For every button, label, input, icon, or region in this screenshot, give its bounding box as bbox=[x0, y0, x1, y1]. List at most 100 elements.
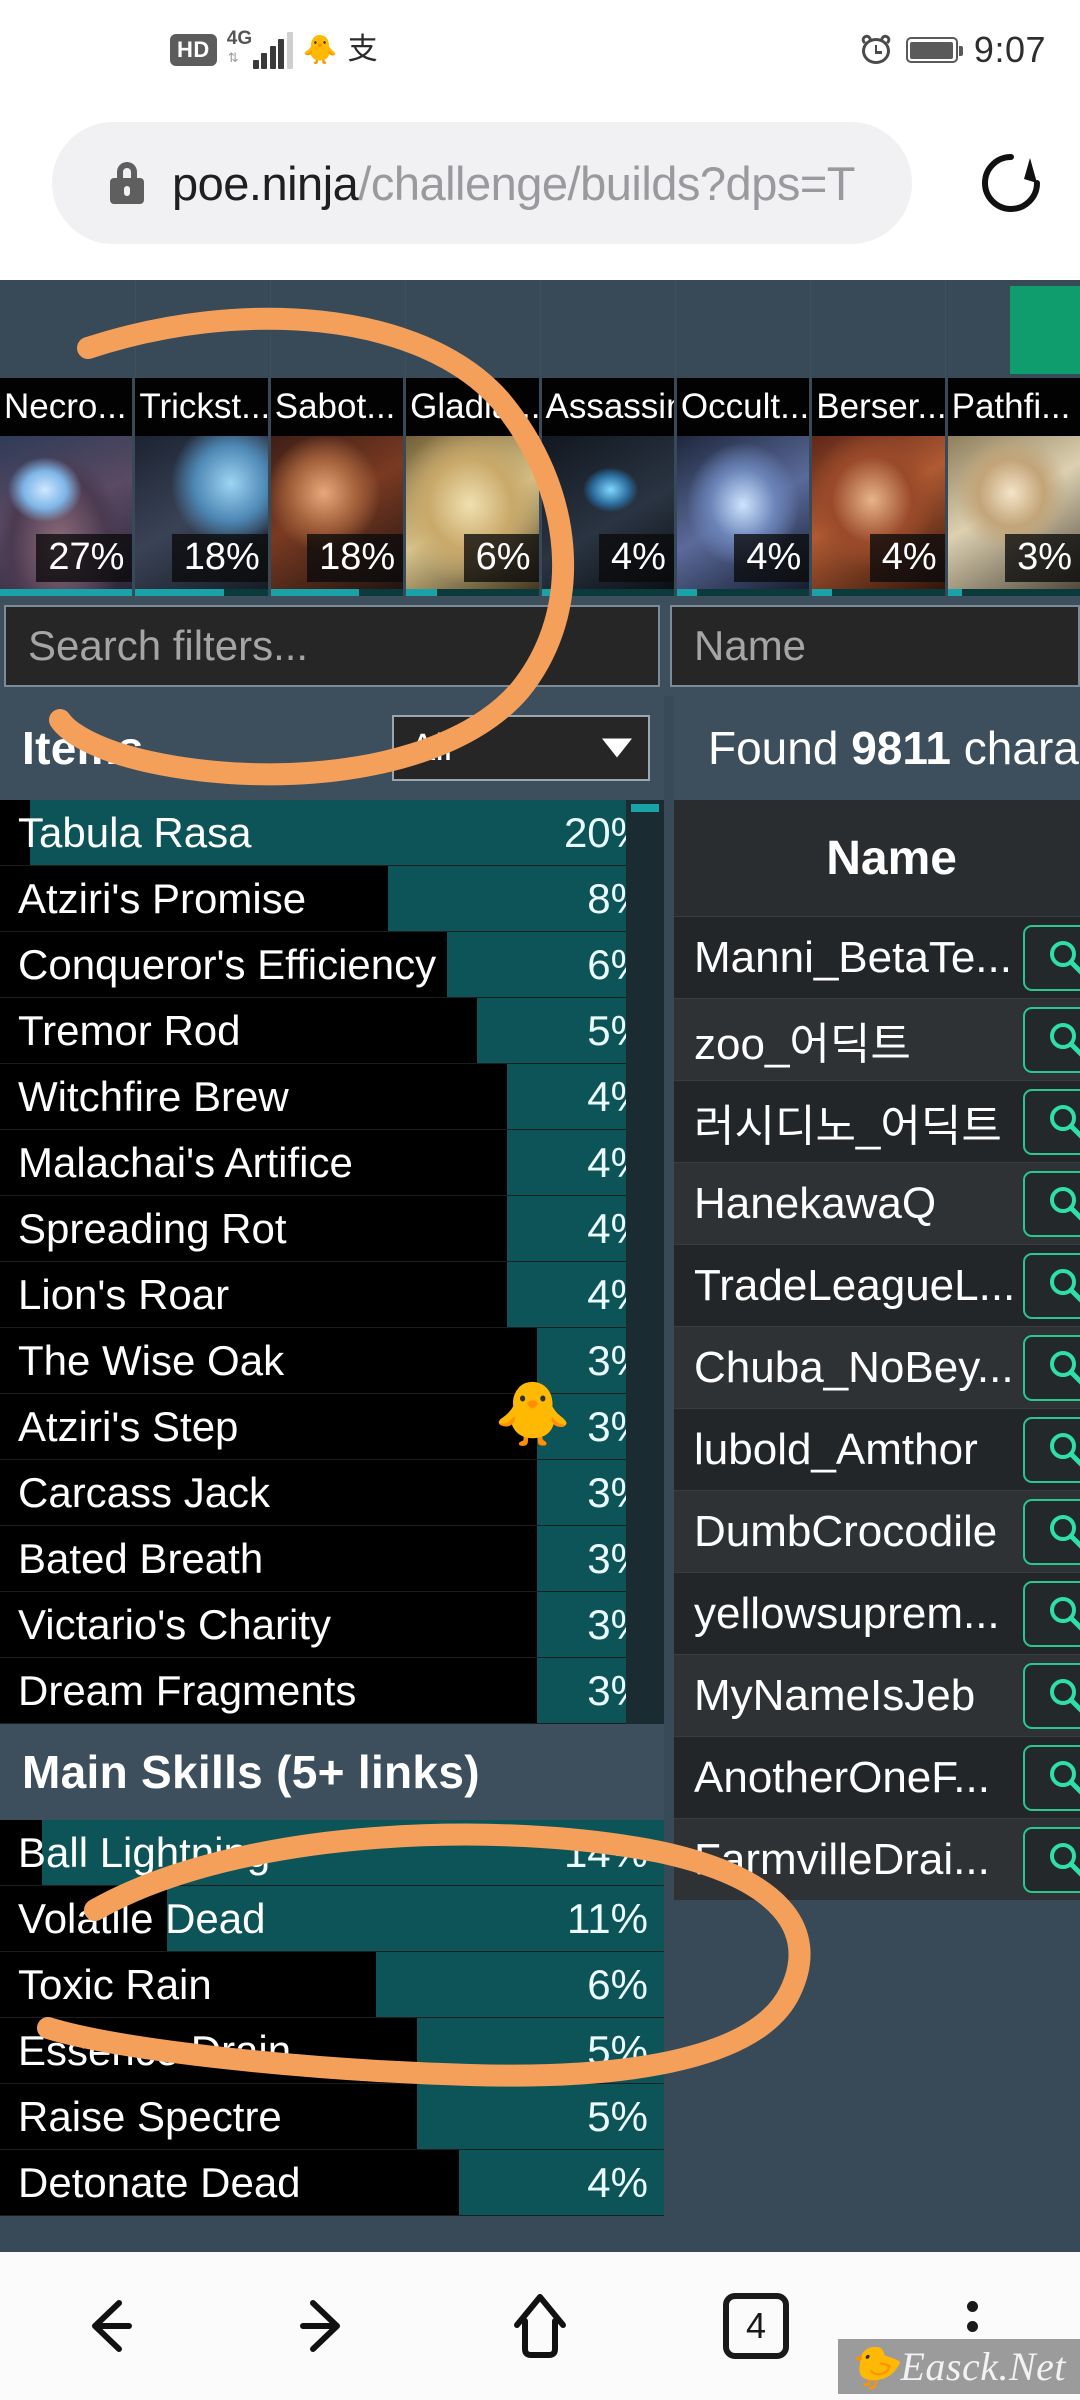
magnifier-icon[interactable] bbox=[1023, 1252, 1080, 1319]
table-row[interactable]: Manni_BetaTe... bbox=[674, 916, 1080, 998]
bar-list-row[interactable]: Tabula Rasa 20% bbox=[0, 800, 664, 866]
bar-list-row[interactable]: Raise Spectre 5% bbox=[0, 2084, 664, 2150]
table-row[interactable]: lubold_Amthor bbox=[674, 1408, 1080, 1490]
name-search-input[interactable]: Name bbox=[670, 605, 1080, 687]
forward-arrow[interactable] bbox=[216, 2252, 432, 2400]
class-name: Assassin bbox=[541, 378, 674, 436]
table-row[interactable]: FarmvilleDrai... bbox=[674, 1818, 1080, 1900]
bar-list-row[interactable]: Victario's Charity 3% bbox=[0, 1592, 664, 1658]
url-host: poe.ninja bbox=[172, 156, 359, 210]
bar-list-row[interactable]: Malachai's Artifice 4% bbox=[0, 1130, 664, 1196]
table-row[interactable]: zoo_어딕트 bbox=[674, 998, 1080, 1080]
top-right-green-button[interactable] bbox=[1010, 286, 1080, 374]
browser-nav-bar: 4 🐤 Easck.Net bbox=[0, 2252, 1080, 2400]
bar-label: Volatile Dead bbox=[18, 1894, 266, 1942]
magnifier-icon[interactable] bbox=[1023, 1170, 1080, 1237]
class-card[interactable]: Gladia... 6% bbox=[406, 378, 542, 596]
ascendancy-class-strip: Necro... 27% Trickst... 18% Sabot... 18%… bbox=[0, 378, 1080, 596]
bar-list-row[interactable]: Essence Drain 5% bbox=[0, 2018, 664, 2084]
bar-label: Carcass Jack bbox=[18, 1468, 271, 1516]
items-panel-header: Items All bbox=[0, 696, 664, 800]
bar-list-row[interactable]: Detonate Dead 4% bbox=[0, 2150, 664, 2216]
bar-list-row[interactable]: Volatile Dead 11% bbox=[0, 1886, 664, 1952]
bar-list-row[interactable]: Toxic Rain 6% bbox=[0, 1952, 664, 2018]
bar-label: Tremor Rod bbox=[18, 1006, 241, 1054]
class-card[interactable]: Trickst... 18% bbox=[135, 378, 271, 596]
class-bar bbox=[541, 589, 674, 596]
table-row[interactable]: 러시디노_어딕트 bbox=[674, 1080, 1080, 1162]
class-card[interactable]: Occult... 4% bbox=[676, 378, 813, 596]
items-bar-list[interactable]: Tabula Rasa 20% Atziri's Promise 8% Conquero… bbox=[0, 800, 664, 1724]
bar-list-row[interactable]: Carcass Jack 3% bbox=[0, 1460, 664, 1526]
magnifier-icon[interactable] bbox=[1023, 1006, 1080, 1073]
home-arrow[interactable] bbox=[432, 2252, 648, 2400]
bar-label: The Wise Oak bbox=[18, 1336, 285, 1384]
items-filter-select[interactable]: All bbox=[392, 715, 650, 781]
search-filters-input[interactable]: Search filters... bbox=[4, 605, 660, 687]
class-bar bbox=[676, 589, 810, 596]
chevron-down-icon bbox=[602, 738, 632, 758]
found-characters-bar: Found 9811 chara bbox=[674, 696, 1080, 800]
network-type-label: 4G bbox=[226, 27, 253, 49]
table-row[interactable]: yellowsuprem... bbox=[674, 1572, 1080, 1654]
class-percent: 4% bbox=[734, 534, 810, 582]
skills-bar-list[interactable]: Ball Lightning 14% Volatile Dead 11% Toxic R… bbox=[0, 1820, 664, 2216]
web-page-viewport: Necro... 27% Trickst... 18% Sabot... 18%… bbox=[0, 280, 1080, 2252]
magnifier-icon[interactable] bbox=[1023, 1744, 1080, 1811]
bar-percent: 4% bbox=[587, 2158, 648, 2206]
table-row[interactable]: Chuba_NoBey... bbox=[674, 1326, 1080, 1408]
class-card[interactable]: Necro... 27% bbox=[0, 378, 136, 596]
url-path: /challenge/builds?dps=T bbox=[358, 156, 855, 210]
bar-list-row[interactable]: Atziri's Promise 8% bbox=[0, 866, 664, 932]
bar-list-row[interactable]: Lion's Roar 4% bbox=[0, 1262, 664, 1328]
signal-bars bbox=[252, 31, 293, 69]
bar-list-row[interactable]: Spreading Rot 4% bbox=[0, 1196, 664, 1262]
filter-input-row: Search filters... Name bbox=[0, 596, 1080, 696]
cartoon-sticker: 🐥 bbox=[494, 1380, 572, 1449]
magnifier-icon[interactable] bbox=[1023, 1088, 1080, 1155]
class-bar bbox=[812, 589, 945, 596]
magnifier-icon[interactable] bbox=[1023, 1826, 1080, 1893]
table-row[interactable]: AnotherOneF... bbox=[674, 1736, 1080, 1818]
class-card[interactable]: Assassin 4% bbox=[541, 378, 677, 596]
search-filters-placeholder: Search filters... bbox=[28, 622, 309, 669]
magnifier-icon[interactable] bbox=[1023, 1416, 1080, 1483]
bar-list-row[interactable]: Ball Lightning 14% bbox=[0, 1820, 664, 1886]
bar-list-row[interactable]: Bated Breath 3% bbox=[0, 1526, 664, 1592]
battery-icon bbox=[905, 37, 963, 63]
tab-switcher-button[interactable]: 4 bbox=[648, 2252, 864, 2400]
bar-list-row[interactable]: Witchfire Brew 4% bbox=[0, 1064, 664, 1130]
bar-label: Atziri's Promise bbox=[18, 874, 307, 922]
items-scrollbar[interactable] bbox=[626, 800, 664, 1724]
bar-label: Ball Lightning bbox=[18, 1828, 271, 1876]
bar-list-row[interactable]: Dream Fragments 3% bbox=[0, 1658, 664, 1724]
magnifier-icon[interactable] bbox=[1023, 924, 1080, 991]
watermark-text: Easck.Net bbox=[900, 2344, 1066, 2389]
bar-label: Malachai's Artifice bbox=[18, 1138, 353, 1186]
table-row[interactable]: HanekawaQ bbox=[674, 1162, 1080, 1244]
magnifier-icon[interactable] bbox=[1023, 1334, 1080, 1401]
name-column-header[interactable]: Name bbox=[674, 800, 1080, 916]
skills-panel-header: Main Skills (5+ links) bbox=[0, 1724, 664, 1820]
reload-spinner-icon[interactable] bbox=[980, 152, 1042, 214]
back-arrow[interactable] bbox=[0, 2252, 216, 2400]
address-bar[interactable]: poe.ninja/challenge/builds?dps=T bbox=[52, 122, 912, 244]
class-card[interactable]: Sabot... 18% bbox=[270, 378, 407, 596]
bar-percent: 14% bbox=[563, 1828, 648, 1876]
class-percent: 6% bbox=[463, 534, 539, 582]
table-row[interactable]: DumbCrocodile bbox=[674, 1490, 1080, 1572]
magnifier-icon[interactable] bbox=[1023, 1662, 1080, 1729]
class-card[interactable]: Pathfi... 3% bbox=[947, 378, 1080, 596]
status-bar-right: 9:07 bbox=[859, 29, 1046, 71]
bar-list-row[interactable]: Conqueror's Efficiency 6% bbox=[0, 932, 664, 998]
class-card[interactable]: Berser... 4% bbox=[812, 378, 948, 596]
bar-list-row[interactable]: Tremor Rod 5% bbox=[0, 998, 664, 1064]
table-row[interactable]: TradeLeagueL... bbox=[674, 1244, 1080, 1326]
magnifier-icon[interactable] bbox=[1023, 1580, 1080, 1647]
magnifier-icon[interactable] bbox=[1023, 1498, 1080, 1565]
status-bar-left: HD 4G ⇅ 🐥 支 bbox=[170, 28, 378, 69]
table-row[interactable]: MyNameIsJeb bbox=[674, 1654, 1080, 1736]
character-name: Manni_BetaTe... bbox=[694, 932, 1012, 982]
class-percent: 18% bbox=[307, 534, 404, 582]
bar-percent: 5% bbox=[587, 2026, 648, 2074]
